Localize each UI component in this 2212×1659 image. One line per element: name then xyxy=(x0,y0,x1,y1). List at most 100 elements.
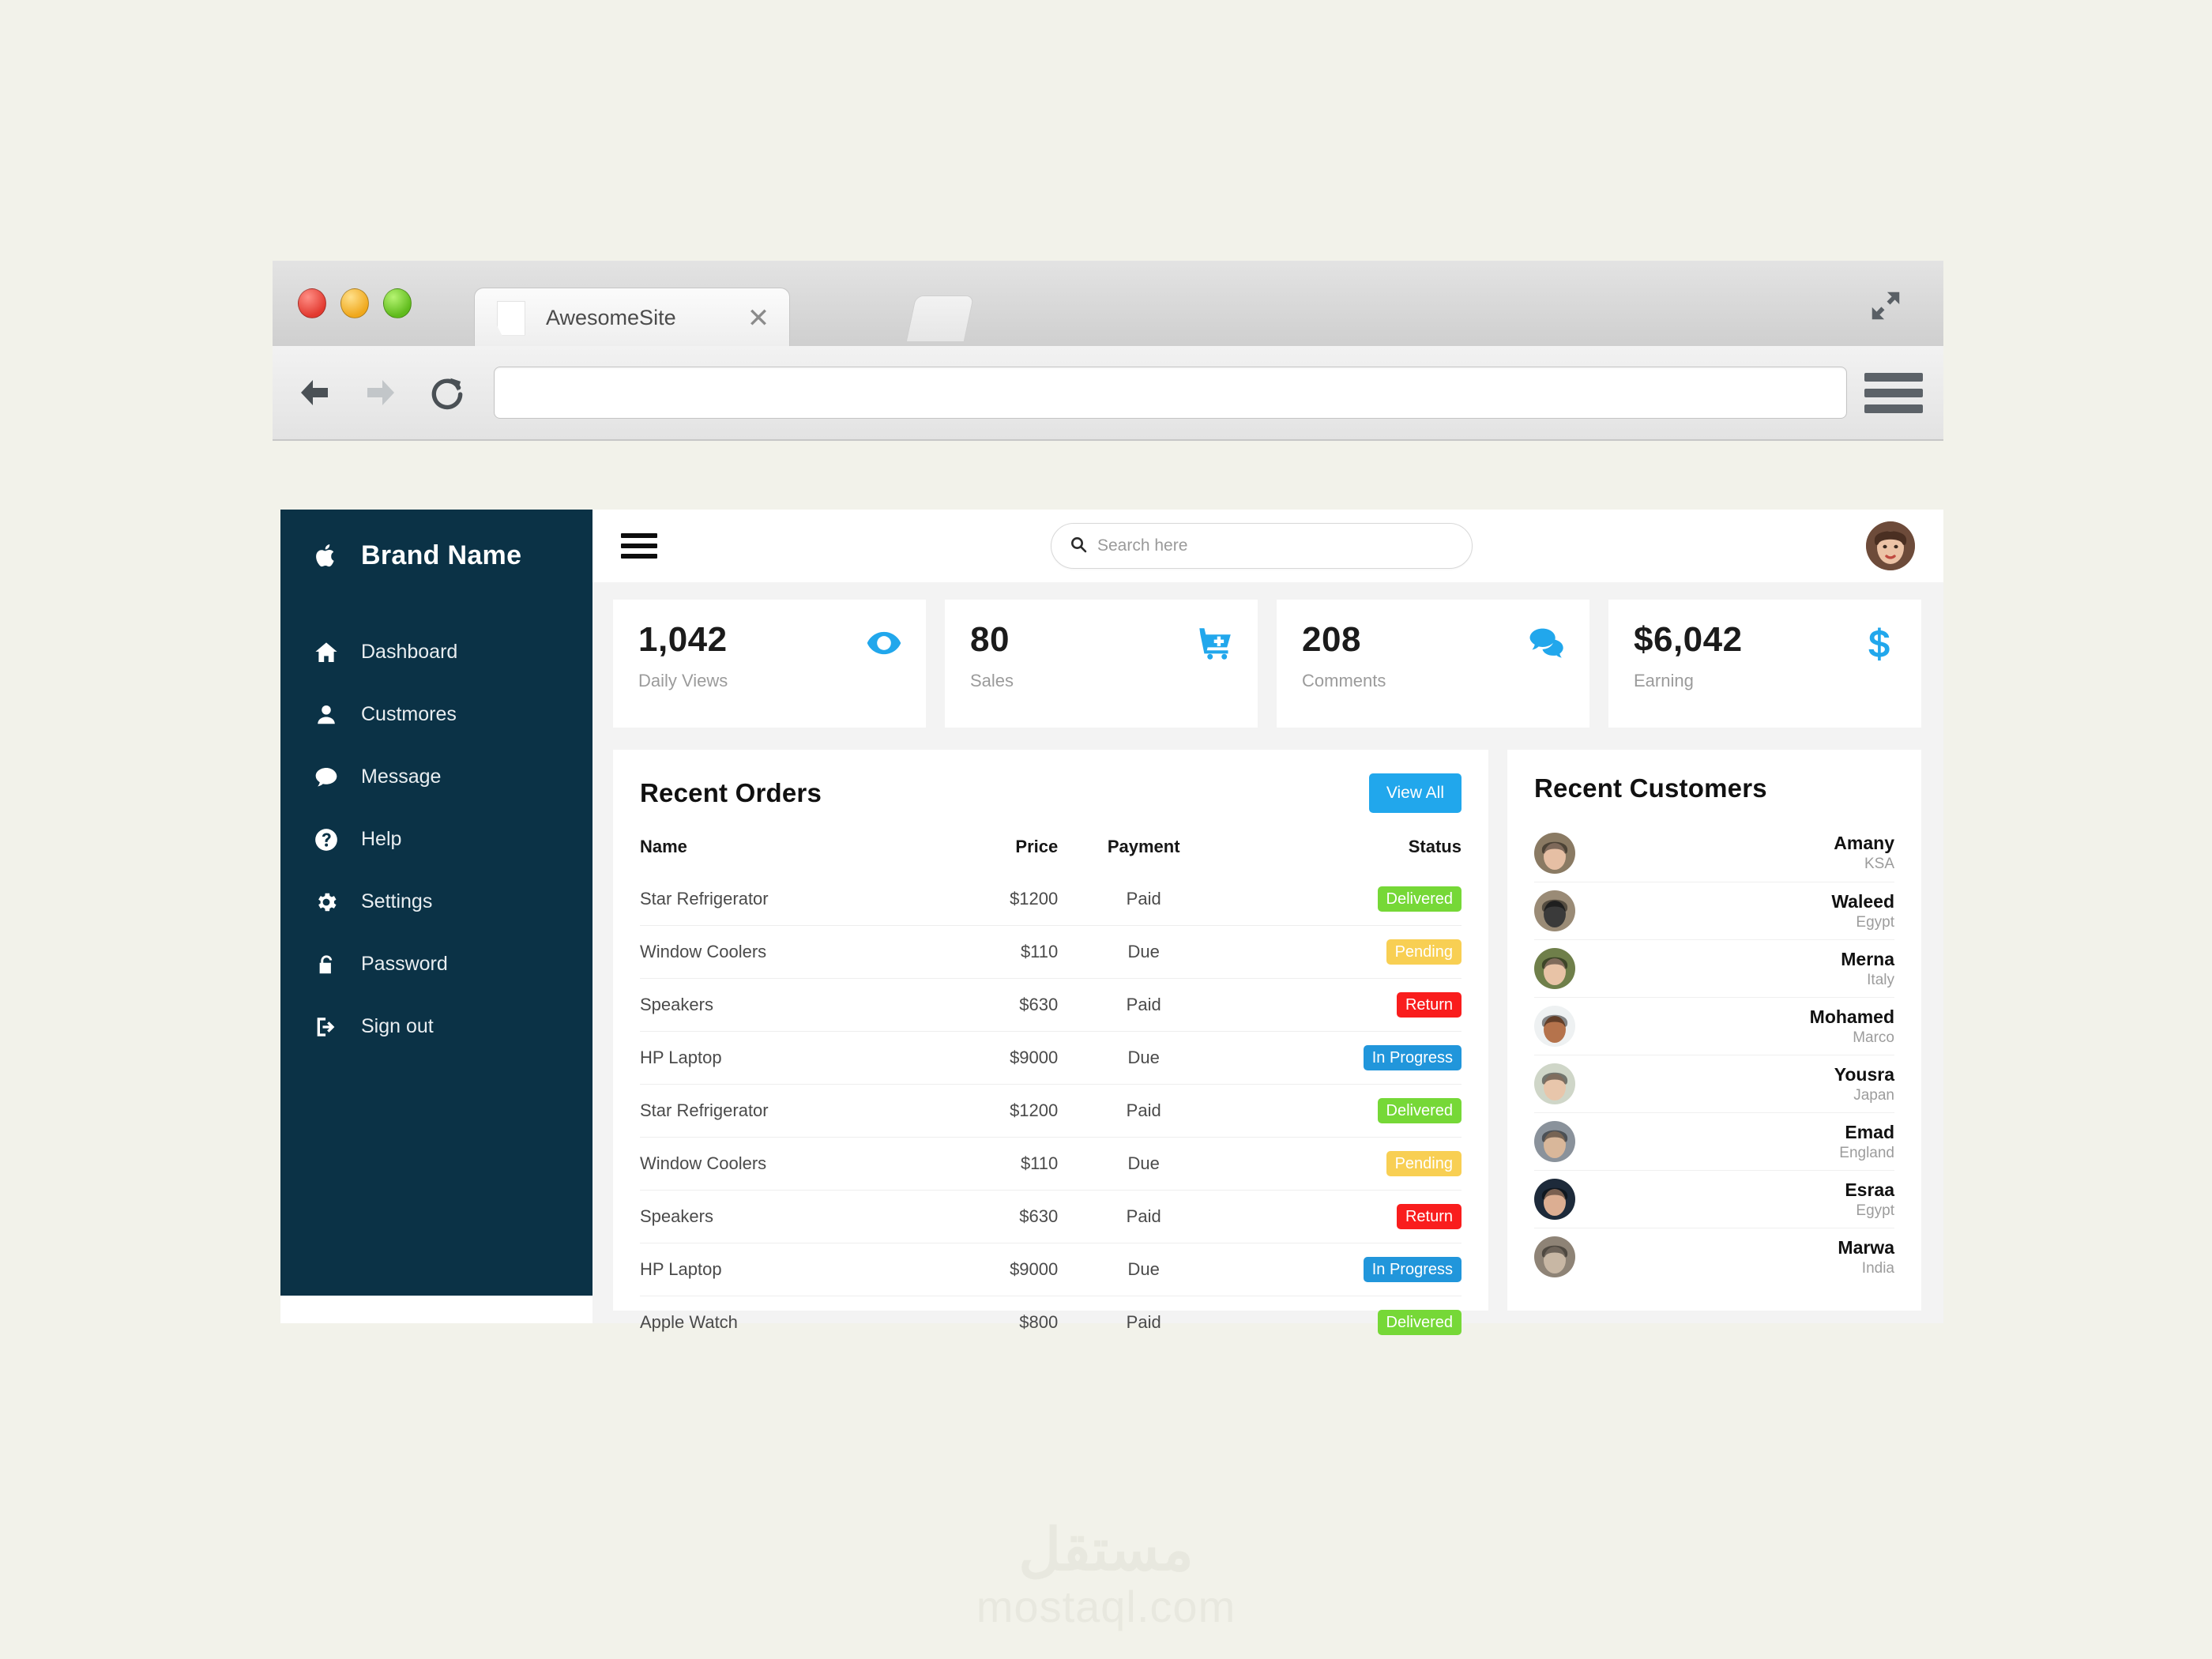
table-row[interactable]: Window Coolers $110 Due Pending xyxy=(640,1137,1462,1191)
search-input[interactable] xyxy=(1097,536,1454,555)
cell-name: Speakers xyxy=(640,978,944,1032)
stat-value: $6,042 xyxy=(1634,620,1743,659)
avatar xyxy=(1534,890,1575,931)
table-row[interactable]: Star Refrigerator $1200 Paid Delivered xyxy=(640,873,1462,926)
cell-price: $110 xyxy=(943,1137,1059,1191)
address-bar[interactable] xyxy=(494,367,1847,419)
brand-name: Brand Name xyxy=(361,540,522,570)
list-item[interactable]: Mohamed Marco xyxy=(1534,997,1894,1055)
customer-info: Amany KSA xyxy=(1575,833,1894,873)
list-item[interactable]: Emad England xyxy=(1534,1112,1894,1170)
sidebar-footer-strip xyxy=(280,1296,592,1323)
browser-tab-inactive[interactable] xyxy=(905,295,975,341)
stat-card-daily-views[interactable]: 1,042 Daily Views xyxy=(613,600,926,728)
status-badge: In Progress xyxy=(1363,1045,1462,1070)
stat-value: 1,042 xyxy=(638,620,728,659)
minimize-window-button[interactable] xyxy=(340,288,369,318)
menu-toggle-icon[interactable] xyxy=(621,533,657,559)
stat-card-sales[interactable]: 80 Sales xyxy=(945,600,1258,728)
expand-arrows-icon[interactable] xyxy=(1866,288,1905,324)
sidebar-item-settings[interactable]: Settings xyxy=(280,871,592,933)
table-header-row: Name Price Payment Status xyxy=(640,837,1462,873)
list-item[interactable]: Amany KSA xyxy=(1534,824,1894,882)
orders-table: Name Price Payment Status Star Refrigera… xyxy=(640,837,1462,1349)
stat-text: $6,042 Earning xyxy=(1634,620,1743,691)
brand[interactable]: Brand Name xyxy=(280,510,592,601)
table-row[interactable]: HP Laptop $9000 Due In Progress xyxy=(640,1243,1462,1296)
customer-info: Yousra Japan xyxy=(1575,1064,1894,1104)
cell-name: HP Laptop xyxy=(640,1243,944,1296)
panels-row: Recent Orders View All Name Price Paymen… xyxy=(592,728,1943,1349)
cell-status: Pending xyxy=(1229,925,1462,979)
stat-text: 208 Comments xyxy=(1302,620,1386,691)
dashboard-app: Brand Name Dashboard Custmores Message H… xyxy=(280,510,1943,1349)
browser-menu-icon[interactable] xyxy=(1864,367,1923,418)
list-item[interactable]: Yousra Japan xyxy=(1534,1055,1894,1112)
reload-icon[interactable] xyxy=(423,370,472,416)
customer-info: Esraa Egypt xyxy=(1575,1179,1894,1220)
close-window-button[interactable] xyxy=(298,288,326,318)
stat-text: 80 Sales xyxy=(970,620,1014,691)
sidebar-item-message[interactable]: Message xyxy=(280,746,592,808)
forward-icon[interactable] xyxy=(356,370,405,416)
customer-country: Italy xyxy=(1867,971,1894,988)
avatar xyxy=(1534,1006,1575,1047)
list-item[interactable]: Waleed Egypt xyxy=(1534,882,1894,939)
table-row[interactable]: Apple Watch $800 Paid Delivered xyxy=(640,1296,1462,1349)
close-icon[interactable]: ✕ xyxy=(740,300,777,337)
panel-title: Recent Orders xyxy=(640,778,822,807)
chat-icon xyxy=(309,765,344,790)
avatar xyxy=(1534,832,1575,874)
cell-payment: Due xyxy=(1058,925,1230,979)
stat-label: Comments xyxy=(1302,671,1386,690)
maximize-window-button[interactable] xyxy=(383,288,412,318)
sidebar-item-dashboard[interactable]: Dashboard xyxy=(280,621,592,683)
cell-payment: Paid xyxy=(1126,889,1161,908)
customers-list: Amany KSA Waleed Egypt Merna Italy Mohamed Marc… xyxy=(1534,824,1894,1285)
search-box[interactable] xyxy=(1051,523,1473,569)
cell-price: $800 xyxy=(943,1296,1059,1349)
browser-tab-active[interactable]: AwesomeSite ✕ xyxy=(474,288,790,348)
tab-favicon xyxy=(497,300,525,336)
table-row[interactable]: Speakers $630 Paid Return xyxy=(640,1190,1462,1243)
cell-price: $9000 xyxy=(943,1243,1059,1296)
table-row[interactable]: Window Coolers $110 Due Pending xyxy=(640,925,1462,979)
cell-name: Speakers xyxy=(640,1190,944,1243)
sidebar-item-label: Sign out xyxy=(361,1015,434,1037)
stat-card-comments[interactable]: 208 Comments xyxy=(1277,600,1589,728)
browser-toolbar xyxy=(273,346,1943,439)
status-badge: Delivered xyxy=(1377,1310,1462,1335)
sidebar-item-sign-out[interactable]: Sign out xyxy=(280,995,592,1058)
cell-status: Delivered xyxy=(1229,873,1462,926)
column-header-payment: Payment xyxy=(1107,837,1180,856)
user-avatar[interactable] xyxy=(1866,521,1915,570)
list-item[interactable]: Esraa Egypt xyxy=(1534,1170,1894,1228)
customer-country: Egypt xyxy=(1856,1202,1894,1219)
table-row[interactable]: HP Laptop $9000 Due In Progress xyxy=(640,1031,1462,1085)
customer-country: Egypt xyxy=(1856,913,1894,931)
status-badge: Return xyxy=(1396,1204,1462,1229)
stat-card-earning[interactable]: $6,042 Earning xyxy=(1608,600,1921,728)
home-icon xyxy=(309,640,344,665)
cell-status: In Progress xyxy=(1229,1031,1462,1085)
stat-text: 1,042 Daily Views xyxy=(638,620,728,691)
cell-status: Delivered xyxy=(1229,1296,1462,1349)
list-item[interactable]: Merna Italy xyxy=(1534,939,1894,997)
gear-icon xyxy=(309,890,344,915)
main-content: 1,042 Daily Views 80 Sales xyxy=(592,510,1943,1349)
sidebar-item-help[interactable]: Help xyxy=(280,808,592,871)
back-icon[interactable] xyxy=(290,370,339,416)
customer-country: India xyxy=(1861,1259,1894,1277)
cell-payment: Due xyxy=(1058,1137,1230,1191)
cell-price: $110 xyxy=(943,925,1059,979)
sidebar-item-custmores[interactable]: Custmores xyxy=(280,683,592,746)
sidebar-item-password[interactable]: Password xyxy=(280,933,592,995)
sidebar-item-label: Password xyxy=(361,953,448,975)
view-all-button[interactable]: View All xyxy=(1368,773,1462,813)
table-row[interactable]: Speakers $630 Paid Return xyxy=(640,978,1462,1032)
customer-name: Marwa xyxy=(1838,1236,1894,1258)
list-item[interactable]: Marwa India xyxy=(1534,1228,1894,1285)
recent-customers-panel: Recent Customers Amany KSA Waleed Egypt Mern… xyxy=(1507,750,1921,1311)
table-row[interactable]: Star Refrigerator $1200 Paid Delivered xyxy=(640,1084,1462,1138)
comments-icon xyxy=(1528,625,1566,665)
